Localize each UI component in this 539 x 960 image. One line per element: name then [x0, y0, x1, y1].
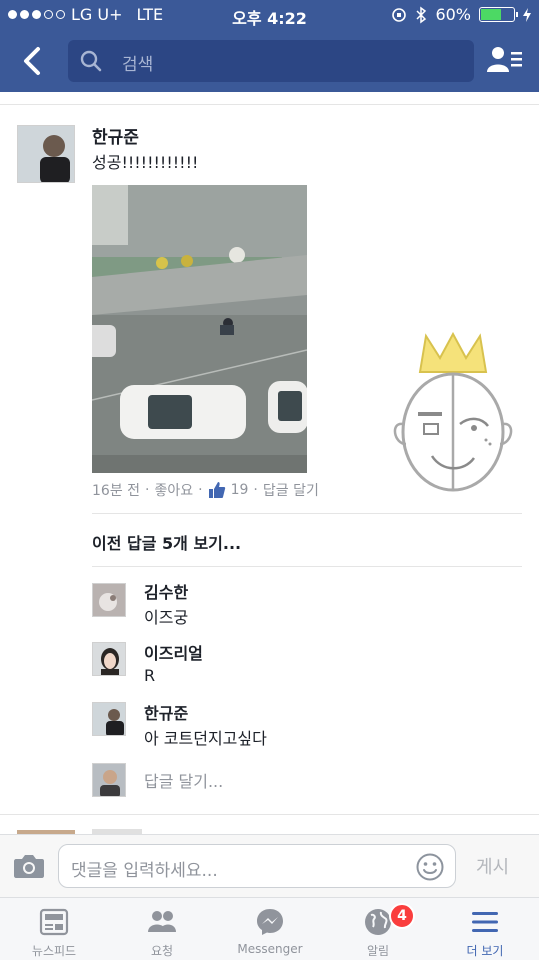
post-button[interactable]: 게시	[476, 853, 509, 879]
tab-news-feed[interactable]: 뉴스피드	[0, 898, 108, 960]
avatar[interactable]	[92, 583, 126, 617]
reply-link[interactable]: 답글 달기	[263, 480, 319, 500]
chevron-left-icon	[24, 47, 40, 75]
my-avatar	[92, 763, 126, 797]
post-author[interactable]: 한규준	[92, 123, 139, 148]
tab-label: Messenger	[237, 942, 303, 956]
bluetooth-icon	[416, 6, 427, 23]
like-count[interactable]: 19	[231, 482, 249, 498]
tab-requests[interactable]: 요청	[108, 898, 216, 960]
tab-label: 요청	[150, 944, 174, 958]
status-bar: LG U+ LTE 오후 4:22 60%	[0, 0, 539, 30]
thumbs-up-icon	[208, 482, 225, 498]
notifications-badge: 4	[389, 903, 415, 929]
search-placeholder: 검색	[122, 55, 154, 75]
avatar[interactable]	[92, 702, 126, 736]
friend-list-button[interactable]	[486, 44, 524, 76]
search-input[interactable]: 검색	[68, 40, 474, 82]
battery-icon	[479, 7, 518, 22]
divider	[0, 814, 539, 815]
post-meta: 16분 전 · 좋아요 · 19 · 답글 달기	[92, 480, 319, 500]
friend-list-icon	[487, 47, 522, 72]
comment-placeholder: 댓글을 입력하세요...	[71, 861, 218, 881]
post-time: 16분 전	[92, 483, 141, 499]
back-button[interactable]	[18, 44, 48, 78]
avatar[interactable]	[17, 125, 75, 183]
top-bar: LG U+ LTE 오후 4:22 60% 검색	[0, 0, 539, 92]
news-feed-icon	[39, 908, 69, 936]
friend-requests-icon	[148, 911, 176, 932]
tab-label: 더 보기	[466, 944, 504, 958]
reply-author[interactable]: 이즈리얼	[144, 640, 203, 664]
reply-text: R	[144, 666, 156, 685]
write-reply-link[interactable]: 답글 달기...	[144, 768, 223, 792]
comment-composer: 댓글을 입력하세요... 게시	[0, 834, 539, 897]
menu-icon	[472, 912, 498, 932]
king-watermark-icon	[393, 332, 513, 492]
messenger-icon	[257, 909, 283, 935]
comment-input[interactable]: 댓글을 입력하세요...	[58, 844, 456, 888]
reply-text: 이즈궁	[144, 608, 189, 627]
charging-icon	[523, 7, 531, 22]
tab-label: 뉴스피드	[31, 944, 77, 958]
tab-bar: 뉴스피드 요청 Messenger 알림 더 보기	[0, 897, 539, 960]
divider	[92, 513, 522, 514]
reply-text: 아 코트던지고싶다	[144, 729, 267, 748]
battery-percent: 60%	[435, 5, 471, 24]
search-icon	[80, 50, 102, 72]
tab-label: 알림	[366, 944, 390, 958]
tab-messenger[interactable]: Messenger	[216, 898, 324, 960]
reply-author[interactable]: 한규준	[144, 700, 188, 724]
tab-notifications[interactable]: 알림	[324, 898, 432, 960]
tab-more[interactable]: 더 보기	[431, 898, 539, 960]
divider	[92, 566, 522, 567]
view-previous-replies-link[interactable]: 이전 답글 5개 보기...	[92, 530, 241, 554]
reply-author[interactable]: 김수한	[144, 579, 188, 603]
camera-icon[interactable]	[13, 853, 45, 879]
avatar[interactable]	[92, 642, 126, 676]
divider	[0, 104, 539, 105]
post-photo[interactable]	[92, 185, 307, 473]
emoji-icon[interactable]	[415, 852, 445, 882]
post-text: 성공!!!!!!!!!!!!	[92, 153, 199, 172]
orientation-lock-icon	[392, 7, 407, 22]
like-link[interactable]: 좋아요	[154, 480, 193, 500]
